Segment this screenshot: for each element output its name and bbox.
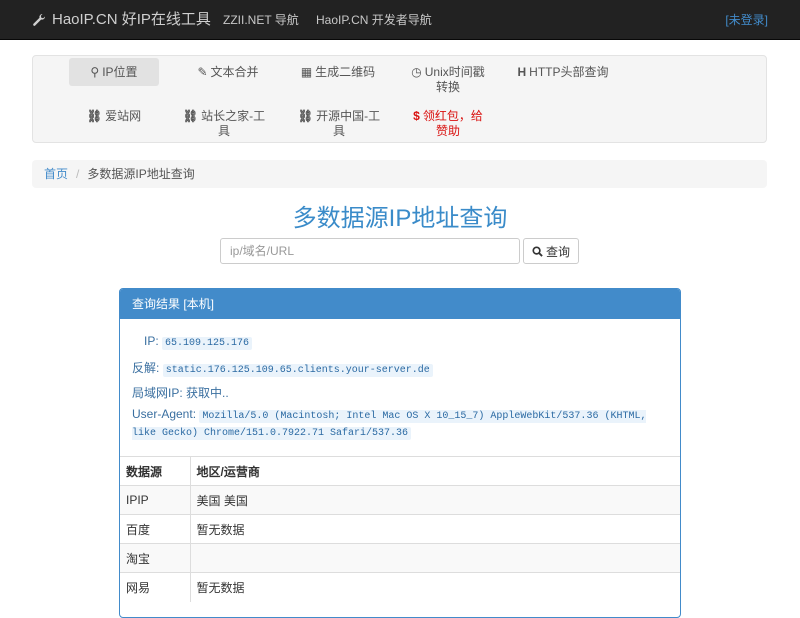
tool-oschina[interactable]: ⛓ 开源中国-工具 (295, 102, 383, 139)
lan-ip-value: 获取中.. (186, 386, 229, 400)
tool-label: IP位置 (102, 65, 138, 79)
brand-text: HaoIP.CN 好IP在线工具 (52, 11, 211, 28)
ip-label: IP: (144, 334, 159, 348)
table-cell-region: 暂无数据 (190, 572, 680, 602)
tool-http-headers[interactable]: H HTTP头部查询 (515, 58, 611, 80)
tool-unix-timestamp[interactable]: ◷ Unix时间戳转换 (408, 58, 488, 95)
breadcrumb-separator: / (76, 167, 80, 181)
results-table: 数据源 地区/运营商 IPIP 美国 美国 百度 暂无数据 淘宝 网易 暂无数据 (120, 456, 680, 602)
user-agent-label: User-Agent: (132, 407, 197, 421)
table-cell-region (190, 543, 680, 573)
column-header-source: 数据源 (120, 456, 191, 486)
tool-sponsor[interactable]: $ 领红包，给赞助 (408, 102, 488, 139)
tool-chinaz[interactable]: ⛓ 站长之家-工具 (180, 102, 268, 139)
search-icon (532, 245, 543, 257)
dollar-icon: $ (413, 109, 420, 123)
wrench-icon (33, 13, 46, 26)
tool-label: 站长之家-工具 (201, 109, 266, 138)
result-panel: 查询结果 [本机] IP: 65.109.125.176 反解: static.… (119, 288, 681, 618)
tool-aizhan[interactable]: ⛓ 爱站网 (69, 102, 159, 124)
user-agent-row: User-Agent: Mozilla/5.0 (Macintosh; Inte… (132, 407, 647, 441)
table-row: 淘宝 (120, 543, 680, 573)
login-link[interactable]: [未登录] (725, 0, 768, 40)
search-button[interactable]: 查询 (523, 238, 579, 264)
table-cell-region: 暂无数据 (190, 514, 680, 544)
map-marker-icon: ⚲ (90, 65, 100, 79)
table-cell-source: 百度 (120, 514, 191, 544)
tool-label: HTTP头部查询 (529, 65, 609, 79)
ip-row: IP: 65.109.125.176 (144, 334, 253, 350)
top-navbar: HaoIP.CN 好IP在线工具 ZZII.NET 导航 HaoIP.CN 开发… (0, 0, 800, 40)
table-cell-source: 淘宝 (120, 543, 191, 573)
link-icon: ⛓ (297, 109, 314, 123)
reverse-value: static.176.125.109.65.clients.your-serve… (162, 364, 433, 377)
lan-ip-label: 局域网IP: (132, 386, 183, 400)
header-icon: H (517, 65, 527, 79)
brand-link[interactable]: HaoIP.CN 好IP在线工具 (32, 0, 211, 40)
ip-value: 65.109.125.176 (162, 337, 253, 350)
breadcrumb-home[interactable]: 首页 (44, 167, 68, 181)
table-row: 百度 暂无数据 (120, 514, 680, 544)
page-title: 多数据源IP地址查询 (292, 205, 508, 232)
breadcrumb-current: 多数据源IP地址查询 (87, 167, 195, 181)
nav-link-haoip-dev[interactable]: HaoIP.CN 开发者导航 (316, 0, 432, 40)
tool-label: Unix时间戳转换 (424, 65, 485, 94)
link-icon: ⛓ (182, 109, 199, 123)
user-agent-value: Mozilla/5.0 (Macintosh; Intel Mac OS X 1… (132, 410, 647, 440)
column-header-region: 地区/运营商 (190, 456, 680, 486)
panel-title: 查询结果 [本机] (120, 289, 680, 319)
breadcrumb: 首页 / 多数据源IP地址查询 (32, 160, 767, 188)
tool-label: 开源中国-工具 (316, 109, 381, 138)
tool-grid: ⚲ IP位置 ✎ 文本合并 ▦ 生成二维码 ◷ Unix时间戳转换 H HTTP头部查询 … (32, 55, 767, 143)
tool-label: 领红包，给赞助 (422, 109, 483, 138)
tool-label: 生成二维码 (315, 65, 376, 79)
search-input[interactable] (220, 238, 520, 264)
tool-label: 文本合并 (210, 65, 259, 79)
pencil-icon: ✎ (197, 65, 208, 79)
tool-label: 爱站网 (105, 109, 142, 123)
qrcode-icon: ▦ (300, 65, 313, 79)
table-cell-region: 美国 美国 (190, 485, 680, 515)
reverse-label: 反解: (132, 361, 160, 375)
table-row: IPIP 美国 美国 (120, 485, 680, 515)
tool-ip-location[interactable]: ⚲ IP位置 (69, 58, 159, 86)
link-icon: ⛓ (86, 109, 103, 123)
table-header-row: 数据源 地区/运营商 (120, 456, 680, 486)
table-cell-source: IPIP (120, 485, 191, 515)
table-row: 网易 暂无数据 (120, 572, 680, 602)
reverse-row: 反解: static.176.125.109.65.clients.your-s… (132, 359, 433, 377)
nav-link-zzii[interactable]: ZZII.NET 导航 (223, 0, 299, 40)
tool-qrcode[interactable]: ▦ 生成二维码 (295, 58, 381, 80)
clock-icon: ◷ (411, 65, 422, 79)
tool-text-merge[interactable]: ✎ 文本合并 (183, 58, 273, 80)
search-button-label: 查询 (545, 244, 570, 259)
lan-ip-row: 局域网IP: 获取中.. (132, 384, 229, 401)
table-cell-source: 网易 (120, 572, 191, 602)
